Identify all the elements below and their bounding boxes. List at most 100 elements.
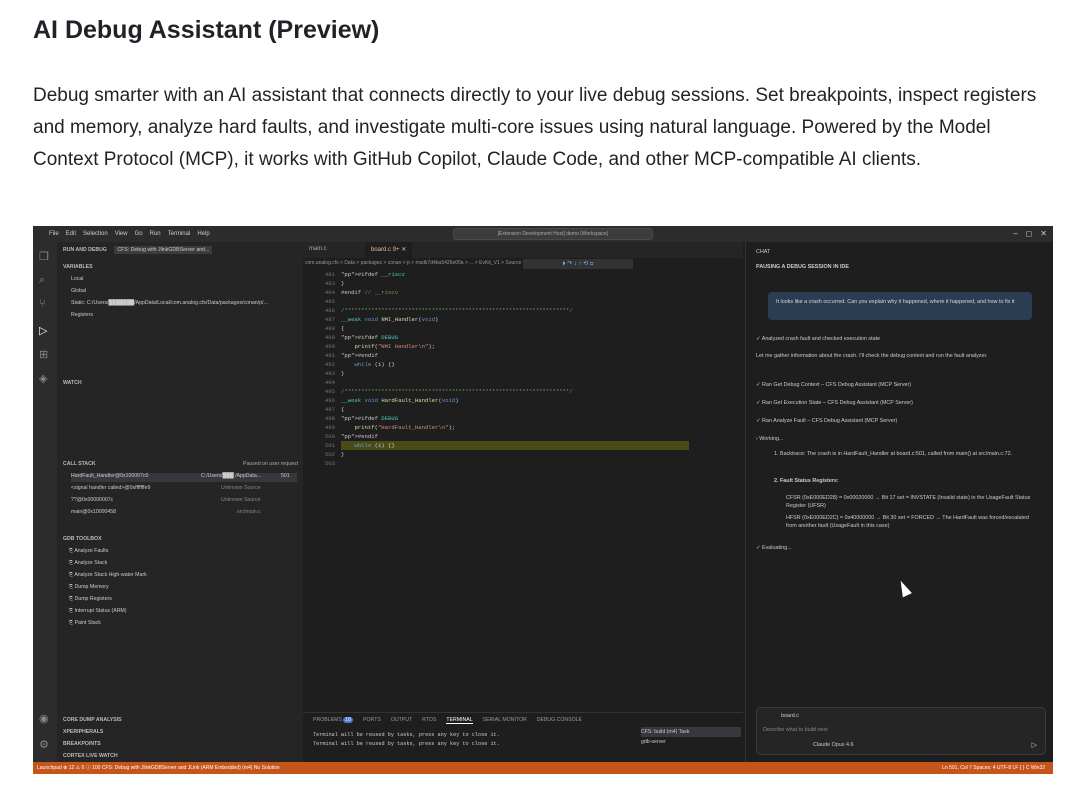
- tab-ports[interactable]: PORTS: [363, 717, 381, 724]
- code-line[interactable]: printf("NMI Handler\n");: [341, 342, 435, 351]
- core-dump-section[interactable]: CORE DUMP ANALYSIS: [63, 717, 122, 723]
- code-line[interactable]: while (1) {}: [341, 360, 394, 369]
- variables-local[interactable]: Local: [71, 276, 83, 282]
- search-icon[interactable]: ⌕: [39, 274, 45, 287]
- tool-item[interactable]: ⎘ Paint Stack: [69, 620, 101, 627]
- line-number[interactable]: 498: [313, 414, 335, 423]
- chat-input[interactable]: board.c Describe what to build next Clau…: [756, 707, 1046, 755]
- variables-section[interactable]: VARIABLES: [63, 264, 93, 270]
- menu-run[interactable]: Run: [150, 231, 161, 237]
- working-step[interactable]: › Working...: [756, 436, 783, 442]
- tab-output[interactable]: OUTPUT: [391, 717, 412, 724]
- account-icon[interactable]: ◉: [39, 712, 49, 725]
- line-number[interactable]: 500: [313, 432, 335, 441]
- line-number[interactable]: 496: [313, 396, 335, 405]
- tab-problems[interactable]: PROBLEMS 10: [313, 717, 354, 724]
- model-select[interactable]: Claude Opus 4.6: [813, 742, 853, 748]
- line-number[interactable]: 499: [313, 423, 335, 432]
- code-line[interactable]: }: [341, 369, 344, 378]
- tool-run-step[interactable]: ✓ Ran Get Debug Context – CFS Debug Assi…: [756, 382, 911, 388]
- status-left[interactable]: Launchpad ⊗ 12 ⚠ 0 ⓘ 100 CFS: Debug with…: [37, 762, 280, 774]
- code-line[interactable]: {: [341, 405, 344, 414]
- line-number[interactable]: 495: [313, 387, 335, 396]
- task-build[interactable]: CFS: build (m4) Task: [641, 727, 741, 737]
- code-line[interactable]: {: [341, 324, 344, 333]
- code-line[interactable]: "pp">#endif: [341, 432, 378, 441]
- call-stack-frame[interactable]: main@0x10000458 src/main.c: [71, 509, 297, 515]
- tab-terminal[interactable]: TERMINAL: [446, 717, 473, 724]
- menu-file[interactable]: File: [49, 231, 59, 237]
- peripherals-section[interactable]: XPERIPHERALS: [63, 729, 103, 735]
- close-icon[interactable]: ✕: [1040, 229, 1047, 238]
- call-stack-frame[interactable]: ??@0x00000007c Unknown Source: [71, 497, 297, 503]
- tool-item[interactable]: ⎘ Dump Registers: [69, 596, 112, 603]
- tab-main-c[interactable]: main.c: [309, 246, 327, 252]
- code-line[interactable]: __weak void HardFault_Handler(void): [341, 396, 459, 405]
- line-number[interactable]: 487: [313, 315, 335, 324]
- line-number[interactable]: 501: [313, 441, 335, 450]
- line-number[interactable]: 486: [313, 306, 335, 315]
- line-number[interactable]: 490: [313, 342, 335, 351]
- code-line[interactable]: #endif // __riscv: [341, 288, 398, 297]
- line-number[interactable]: 493: [313, 369, 335, 378]
- menu-terminal[interactable]: Terminal: [168, 231, 191, 237]
- tool-item[interactable]: ⎘ Analyze Stack: [69, 560, 107, 567]
- analyzed-step[interactable]: ✓ Analyzed crash fault and checked execu…: [756, 336, 880, 342]
- tool-run-step[interactable]: ✓ Ran Get Execution State – CFS Debug As…: [756, 400, 913, 406]
- tab-serial-monitor[interactable]: SERIAL MONITOR: [483, 717, 527, 724]
- code-line[interactable]: "pp">#ifdef __riscv: [341, 270, 405, 279]
- gdb-toolbox-section[interactable]: GDB TOOLBOX: [63, 536, 102, 542]
- maximize-icon[interactable]: ◻: [1026, 229, 1033, 238]
- watch-section[interactable]: WATCH: [63, 380, 82, 386]
- settings-gear-icon[interactable]: ⚙: [39, 738, 49, 751]
- code-line[interactable]: "pp">#ifdef DEBUG: [341, 333, 398, 342]
- run-debug-icon[interactable]: ▷: [39, 324, 47, 337]
- breakpoints-section[interactable]: BREAKPOINTS: [63, 741, 101, 747]
- menu-edit[interactable]: Edit: [66, 231, 76, 237]
- line-number[interactable]: 502: [313, 450, 335, 459]
- line-number[interactable]: 483: [313, 279, 335, 288]
- call-stack-frame[interactable]: HardFault_Handler@0x100007c0 C:/Users/██…: [71, 473, 297, 482]
- line-number[interactable]: 491: [313, 351, 335, 360]
- line-number[interactable]: 489: [313, 333, 335, 342]
- line-number[interactable]: 503: [313, 459, 335, 468]
- debug-toolbar[interactable]: ⏵ ↷ ↓ ↑ ⟲ ◻: [523, 259, 633, 269]
- line-number[interactable]: 497: [313, 405, 335, 414]
- cfs-icon[interactable]: ◈: [39, 372, 47, 385]
- menu-view[interactable]: View: [115, 231, 128, 237]
- file-chip[interactable]: board.c: [781, 713, 799, 719]
- variables-registers[interactable]: Registers: [71, 312, 93, 318]
- source-control-icon[interactable]: ⑂: [39, 298, 46, 310]
- close-icon[interactable]: ✕: [401, 247, 406, 253]
- explorer-icon[interactable]: ❐: [39, 250, 49, 263]
- debug-config-select[interactable]: CFS: Debug with JlinkGDBServer and...: [114, 246, 213, 254]
- variables-global[interactable]: Global: [71, 288, 86, 294]
- minimize-icon[interactable]: –: [1013, 229, 1017, 238]
- code-line[interactable]: while (1) {}: [341, 441, 689, 450]
- code-line[interactable]: }: [341, 279, 344, 288]
- line-number[interactable]: 488: [313, 324, 335, 333]
- tab-debug-console[interactable]: DEBUG CONSOLE: [537, 717, 582, 724]
- call-stack-frame[interactable]: <signal handler called>@0xfffffffe9 Unkn…: [71, 485, 297, 491]
- tool-run-step[interactable]: ✓ Ran Analyze Fault – CFS Debug Assistan…: [756, 418, 897, 424]
- extensions-icon[interactable]: ⊞: [39, 348, 48, 361]
- code-line[interactable]: }: [341, 450, 344, 459]
- line-number[interactable]: 481: [313, 270, 335, 279]
- live-watch-section[interactable]: CORTEX LIVE WATCH: [63, 753, 118, 759]
- menu-selection[interactable]: Selection: [83, 231, 108, 237]
- status-right[interactable]: Ln 501, Col 7 Spaces: 4 UTF-8 LF { } C W…: [942, 762, 1045, 774]
- tool-item[interactable]: ⎘ Analyze Stack High-water Mark: [69, 572, 147, 579]
- tab-board-c[interactable]: board.c 9+ ✕: [365, 242, 413, 258]
- line-number[interactable]: 494: [313, 378, 335, 387]
- code-line[interactable]: /***************************************…: [341, 306, 573, 315]
- task-gdb-server[interactable]: gdb-server: [641, 737, 741, 747]
- menu-help[interactable]: Help: [197, 231, 209, 237]
- line-number[interactable]: 485: [313, 297, 335, 306]
- code-line[interactable]: __weak void NMI_Handler(void): [341, 315, 438, 324]
- code-line[interactable]: printf("HardFault_Handler\n");: [341, 423, 455, 432]
- code-line[interactable]: "pp">#ifdef DEBUG: [341, 414, 398, 423]
- code-line[interactable]: "pp">#endif: [341, 351, 378, 360]
- variables-static[interactable]: Static: C:/Users/███████/AppData/Local/c…: [71, 300, 268, 306]
- code-line[interactable]: /***************************************…: [341, 387, 573, 396]
- menu-go[interactable]: Go: [135, 231, 143, 237]
